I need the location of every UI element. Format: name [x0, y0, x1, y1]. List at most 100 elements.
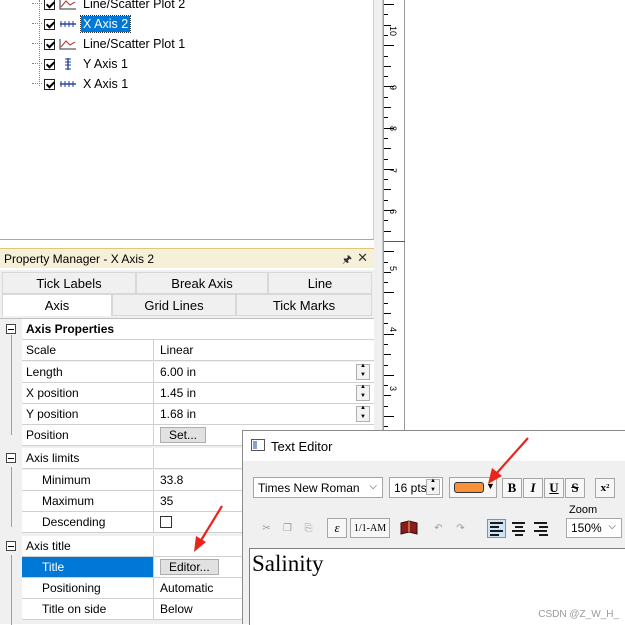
- ruler-tick: [384, 4, 394, 5]
- color-swatch: [454, 482, 484, 493]
- ruler-tick: [384, 230, 391, 232]
- ruler-tick: [384, 292, 394, 294]
- ruler-tick: [384, 220, 388, 222]
- row-length[interactable]: Length 6.00 in: [22, 362, 374, 383]
- group-axis-properties: Axis Properties: [22, 319, 374, 340]
- tree-checkbox[interactable]: [44, 58, 55, 70]
- set-position-button[interactable]: Set...: [160, 427, 207, 443]
- ruler-tick: [384, 416, 394, 417]
- paste-icon[interactable]: ⎘: [299, 519, 318, 538]
- font-select[interactable]: Times New Roman ⌵: [253, 477, 383, 498]
- book-icon[interactable]: [399, 519, 419, 537]
- ruler-tick: [384, 96, 388, 98]
- line-scatter-plot-icon: [59, 0, 76, 10]
- font-size-select[interactable]: 16 pts: [389, 477, 443, 498]
- x-position-field[interactable]: 1.45 in: [154, 383, 374, 403]
- ruler-label: 5: [388, 266, 398, 272]
- tab-tick-labels[interactable]: Tick Labels: [2, 272, 136, 294]
- tree-item-label: Y Axis 1: [83, 57, 128, 71]
- spin-button[interactable]: [356, 384, 370, 401]
- scale-value[interactable]: Linear: [154, 340, 374, 360]
- ruler-tick: [384, 364, 388, 366]
- y-position-field[interactable]: 1.68 in: [154, 404, 374, 424]
- watermark: CSDN @Z_W_H_: [538, 609, 619, 620]
- tree-item-label: X Axis 2: [79, 15, 132, 33]
- ruler-tick: [384, 323, 388, 325]
- ruler-tick: [384, 189, 391, 191]
- tree-checkbox[interactable]: [44, 18, 55, 30]
- tree-item-label: X Axis 1: [83, 77, 129, 91]
- tree-item-line-scatter-plot-1[interactable]: Line/Scatter Plot 1: [32, 35, 187, 53]
- object-tree[interactable]: Line/Scatter Plot 2 X Axis 2 Line/Scatte…: [0, 0, 374, 240]
- ruler-tick: [384, 251, 394, 253]
- row-scale[interactable]: Scale Linear: [22, 340, 374, 361]
- tree-item-x-axis-1[interactable]: X Axis 1: [32, 75, 130, 93]
- row-y-position[interactable]: Y position 1.68 in: [22, 404, 374, 425]
- descending-checkbox[interactable]: [160, 516, 172, 528]
- ruler-tick: [384, 313, 391, 314]
- ruler-label: 9: [388, 85, 398, 91]
- ruler-tick: [384, 395, 391, 397]
- color-picker-button[interactable]: ▼: [449, 477, 497, 498]
- text-editor-titlebar[interactable]: Text Editor: [243, 431, 625, 461]
- ruler-tick: [384, 302, 388, 304]
- line-scatter-plot-icon: [59, 39, 76, 50]
- row-x-position[interactable]: X position 1.45 in: [22, 383, 374, 404]
- pin-icon[interactable]: 🖈: [342, 251, 352, 270]
- tree-item-y-axis-1[interactable]: Y Axis 1: [32, 55, 130, 73]
- tree-item-x-axis-2[interactable]: X Axis 2: [32, 15, 132, 33]
- ruler-label: 10: [388, 26, 398, 37]
- ruler-label: 3: [388, 386, 398, 392]
- tree-item-line-scatter-plot-2[interactable]: Line/Scatter Plot 2: [32, 0, 187, 13]
- align-right-button[interactable]: [531, 519, 550, 538]
- zoom-select[interactable]: 150% ⌵: [566, 518, 622, 538]
- editor-button[interactable]: Editor...: [160, 559, 219, 575]
- splitter-bar[interactable]: [374, 0, 383, 430]
- ruler-tick: [384, 137, 388, 139]
- ruler-tick: [384, 65, 391, 67]
- ruler-tick: [384, 199, 388, 201]
- y-axis-icon: [65, 58, 71, 70]
- tree-checkbox[interactable]: [44, 38, 55, 50]
- chevron-down-icon: ⌵: [369, 481, 377, 492]
- symbol-button[interactable]: ε: [327, 518, 347, 538]
- align-center-button[interactable]: [509, 519, 528, 538]
- cut-icon[interactable]: ✂: [257, 519, 276, 538]
- close-icon[interactable]: ✕: [357, 250, 368, 266]
- collapse-icon[interactable]: [6, 453, 16, 463]
- tab-grid-lines[interactable]: Grid Lines: [112, 294, 236, 316]
- ruler-label: 7: [388, 168, 398, 174]
- italic-button[interactable]: I: [523, 478, 543, 498]
- spin-button[interactable]: [356, 363, 370, 380]
- x-axis-icon: [60, 21, 76, 27]
- undo-icon[interactable]: ↶: [429, 519, 448, 538]
- strikethrough-button[interactable]: S: [565, 478, 585, 498]
- length-field[interactable]: 6.00 in: [154, 362, 374, 382]
- vertical-ruler: 10 9 8 7 6 5 4 3: [383, 0, 405, 430]
- redo-icon[interactable]: ↷: [451, 519, 470, 538]
- ruler-tick: [384, 405, 388, 407]
- tab-axis[interactable]: Axis: [2, 294, 112, 316]
- tab-tick-marks[interactable]: Tick Marks: [236, 294, 372, 316]
- bold-button[interactable]: B: [502, 478, 522, 498]
- tab-line[interactable]: Line: [268, 272, 372, 294]
- tree-checkbox[interactable]: [44, 78, 55, 90]
- date-time-button[interactable]: 1/1-AM: [350, 518, 390, 538]
- copy-icon[interactable]: ❐: [278, 519, 297, 538]
- tab-break-axis[interactable]: Break Axis: [136, 272, 268, 294]
- align-left-button[interactable]: [487, 519, 506, 538]
- property-tabs: Tick Labels Break Axis Line Axis Grid Li…: [0, 270, 374, 318]
- ruler-tick: [384, 271, 391, 273]
- collapse-icon[interactable]: [6, 541, 16, 551]
- tree-item-label: Line/Scatter Plot 2: [83, 0, 186, 11]
- collapse-icon[interactable]: [6, 324, 16, 334]
- underline-button[interactable]: U: [544, 478, 564, 498]
- ruler-label: 8: [388, 126, 398, 132]
- ruler-tick: [384, 343, 388, 345]
- tree-checkbox[interactable]: [44, 0, 55, 10]
- spin-button[interactable]: [426, 478, 440, 495]
- ruler-tick: [384, 282, 388, 284]
- spin-button[interactable]: [356, 405, 370, 422]
- superscript-button[interactable]: x²: [595, 478, 615, 498]
- property-manager-title: Property Manager - X Axis 2: [4, 251, 155, 266]
